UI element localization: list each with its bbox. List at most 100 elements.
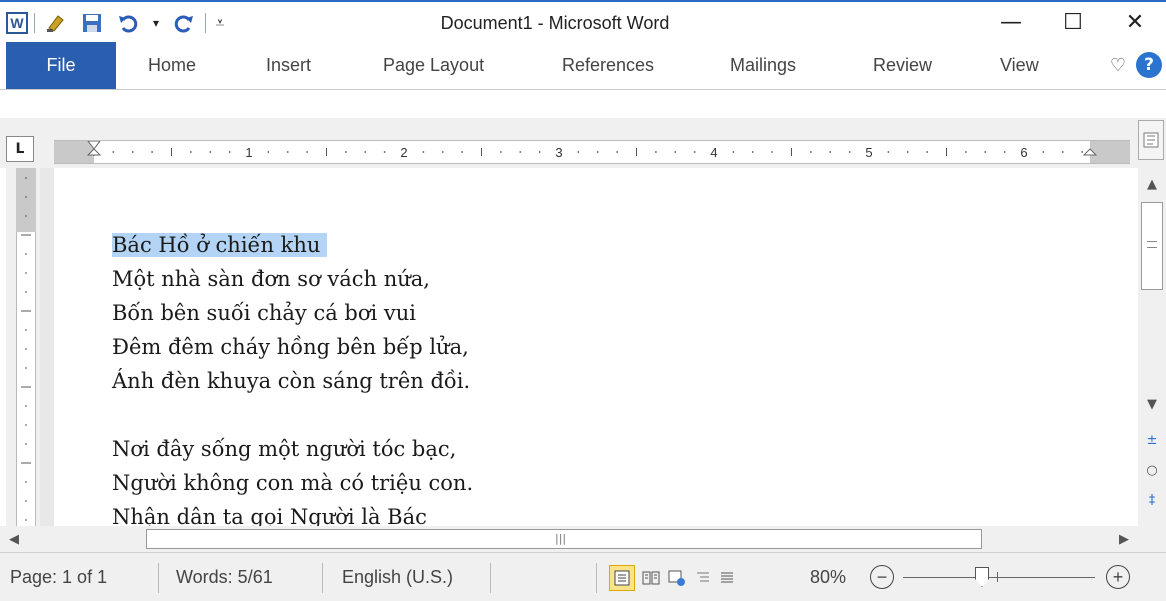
document-line[interactable]: Một nhà sàn đơn sơ vách nứa, [112, 262, 473, 296]
view-ruler-icon[interactable] [1138, 120, 1164, 160]
tab-selector[interactable]: L [6, 136, 34, 162]
ruler-number: 5 [865, 145, 872, 160]
document-line[interactable]: Bác Hồ ở chiến khu [112, 228, 473, 262]
zoom-slider-track[interactable] [903, 577, 1095, 578]
ruler-tick [1042, 151, 1045, 153]
ruler-tick [286, 151, 289, 153]
divider [596, 563, 597, 593]
divider [205, 13, 206, 33]
language-indicator[interactable]: English (U.S.) [342, 553, 453, 601]
tab-home[interactable]: Home [148, 42, 196, 89]
previous-page-button[interactable]: ± [1138, 426, 1166, 454]
document-line-text: Ánh đèn khuya còn sáng trên đồi. [112, 369, 471, 393]
ruler-tick [364, 151, 367, 153]
ruler-tick [964, 151, 967, 153]
document-line[interactable] [112, 398, 473, 432]
ribbon-tabs: File Home Insert Page Layout References … [0, 42, 1166, 90]
scroll-up-button[interactable]: ▲ [1138, 170, 1166, 198]
undo-dropdown-icon[interactable]: ▾ [149, 8, 163, 38]
ruler-tick [267, 151, 270, 153]
document-line-text: Một nhà sàn đơn sơ vách nứa, [112, 267, 430, 291]
ruler-tick [306, 151, 309, 153]
document-line[interactable]: Đêm đêm cháy hồng bên bếp lửa, [112, 330, 473, 364]
divider [322, 563, 323, 593]
ruler-number: 2 [400, 145, 407, 160]
ruler-tick [151, 151, 154, 153]
ruler-number: 6 [1020, 145, 1027, 160]
close-button[interactable]: ✕ [1104, 2, 1166, 42]
ruler-tick [829, 151, 832, 153]
document-line-text: Bác Hồ ở chiến khu [112, 233, 328, 257]
save-icon[interactable] [77, 8, 107, 38]
ruler-tick [1061, 151, 1064, 153]
draft-view-icon[interactable] [714, 565, 740, 591]
tab-insert[interactable]: Insert [266, 42, 311, 89]
ruler-tick [809, 151, 812, 153]
zoom-out-button[interactable]: − [870, 565, 894, 589]
outline-view-icon[interactable] [690, 565, 716, 591]
word-count[interactable]: Words: 5/61 [176, 553, 273, 601]
ruler-number: 3 [555, 145, 562, 160]
page-indicator[interactable]: Page: 1 of 1 [10, 553, 107, 601]
document-line[interactable]: Người không con mà có triệu con. [112, 466, 473, 500]
tab-mailings[interactable]: Mailings [730, 42, 796, 89]
window-title: Document1 - Microsoft Word [440, 12, 670, 33]
minimize-button[interactable]: — [980, 2, 1042, 42]
document-line-text: Bốn bên suối chảy cá bơi vui [112, 301, 416, 325]
horizontal-ruler[interactable]: 1 2 3 4 5 6 [54, 140, 1130, 164]
ruler-tick [732, 151, 735, 153]
undo-icon[interactable] [113, 8, 143, 38]
next-page-button[interactable]: ‡ [1138, 486, 1166, 514]
scroll-left-button[interactable]: ◀ [0, 525, 28, 553]
divider [490, 563, 491, 593]
divider [34, 13, 35, 33]
zoom-slider-thumb[interactable] [975, 567, 989, 587]
zoom-level[interactable]: 80% [810, 553, 846, 601]
first-line-indent-marker [87, 141, 101, 150]
print-layout-view-icon[interactable] [609, 565, 635, 591]
tab-view[interactable]: View [1000, 42, 1039, 89]
tab-file[interactable]: File [6, 42, 116, 89]
vertical-scroll-thumb[interactable] [1141, 202, 1163, 290]
ruler-tick [1081, 151, 1084, 153]
scroll-right-button[interactable]: ▶ [1110, 525, 1138, 553]
vertical-scrollbar[interactable]: ▲ ▼ ± ○ ‡ [1138, 168, 1166, 526]
ruler-tick [209, 151, 212, 153]
scroll-down-button[interactable]: ▼ [1138, 390, 1166, 418]
ruler-tick [538, 151, 541, 153]
format-painter-icon[interactable] [41, 8, 71, 38]
ruler-tick [422, 151, 425, 153]
document-line-text: Nơi đây sống một người tóc bạc, [112, 437, 457, 461]
ruler-tick [654, 151, 657, 153]
customize-icon[interactable]: ⩡ [212, 8, 228, 38]
web-layout-icon[interactable] [664, 565, 690, 591]
document-line[interactable]: Bốn bên suối chảy cá bơi vui [112, 296, 473, 330]
vertical-ruler[interactable] [6, 168, 40, 526]
document-page[interactable]: Bác Hồ ở chiến khu Một nhà sàn đơn sơ vá… [40, 168, 1138, 529]
tab-page-layout[interactable]: Page Layout [383, 42, 484, 89]
redo-icon[interactable] [169, 8, 199, 38]
word-app-icon[interactable]: W [6, 12, 28, 34]
ruler-tick [596, 151, 599, 153]
maximize-button[interactable]: ☐ [1042, 2, 1104, 42]
minimize-ribbon-icon[interactable]: ♡ [1110, 55, 1126, 76]
full-screen-reading-icon[interactable] [638, 565, 664, 591]
grip-icon: ||| [555, 532, 567, 545]
ruler-tick [848, 151, 851, 153]
horizontal-scrollbar[interactable]: ◀ ||| ▶ [0, 526, 1166, 552]
zoom-in-button[interactable]: + [1106, 565, 1130, 589]
help-icon[interactable]: ? [1136, 52, 1162, 78]
browse-object-button[interactable]: ○ [1138, 456, 1166, 484]
ribbon-right-icons: ♡ ? [1110, 50, 1162, 80]
ruler-tick [751, 151, 754, 153]
title-bar: W ▾ ⩡ Document1 - Microsoft Word — ☐ ✕ [0, 0, 1166, 42]
ruler-tick [228, 151, 231, 153]
document-line[interactable]: Ánh đèn khuya còn sáng trên đồi. [112, 364, 473, 398]
document-body[interactable]: Bác Hồ ở chiến khu Một nhà sàn đơn sơ vá… [112, 228, 473, 534]
ruler-tick [519, 151, 522, 153]
tab-references[interactable]: References [562, 42, 654, 89]
ruler-tick [984, 151, 987, 153]
tab-review[interactable]: Review [873, 42, 932, 89]
document-line[interactable]: Nơi đây sống một người tóc bạc, [112, 432, 473, 466]
horizontal-scroll-thumb[interactable]: ||| [146, 529, 982, 549]
